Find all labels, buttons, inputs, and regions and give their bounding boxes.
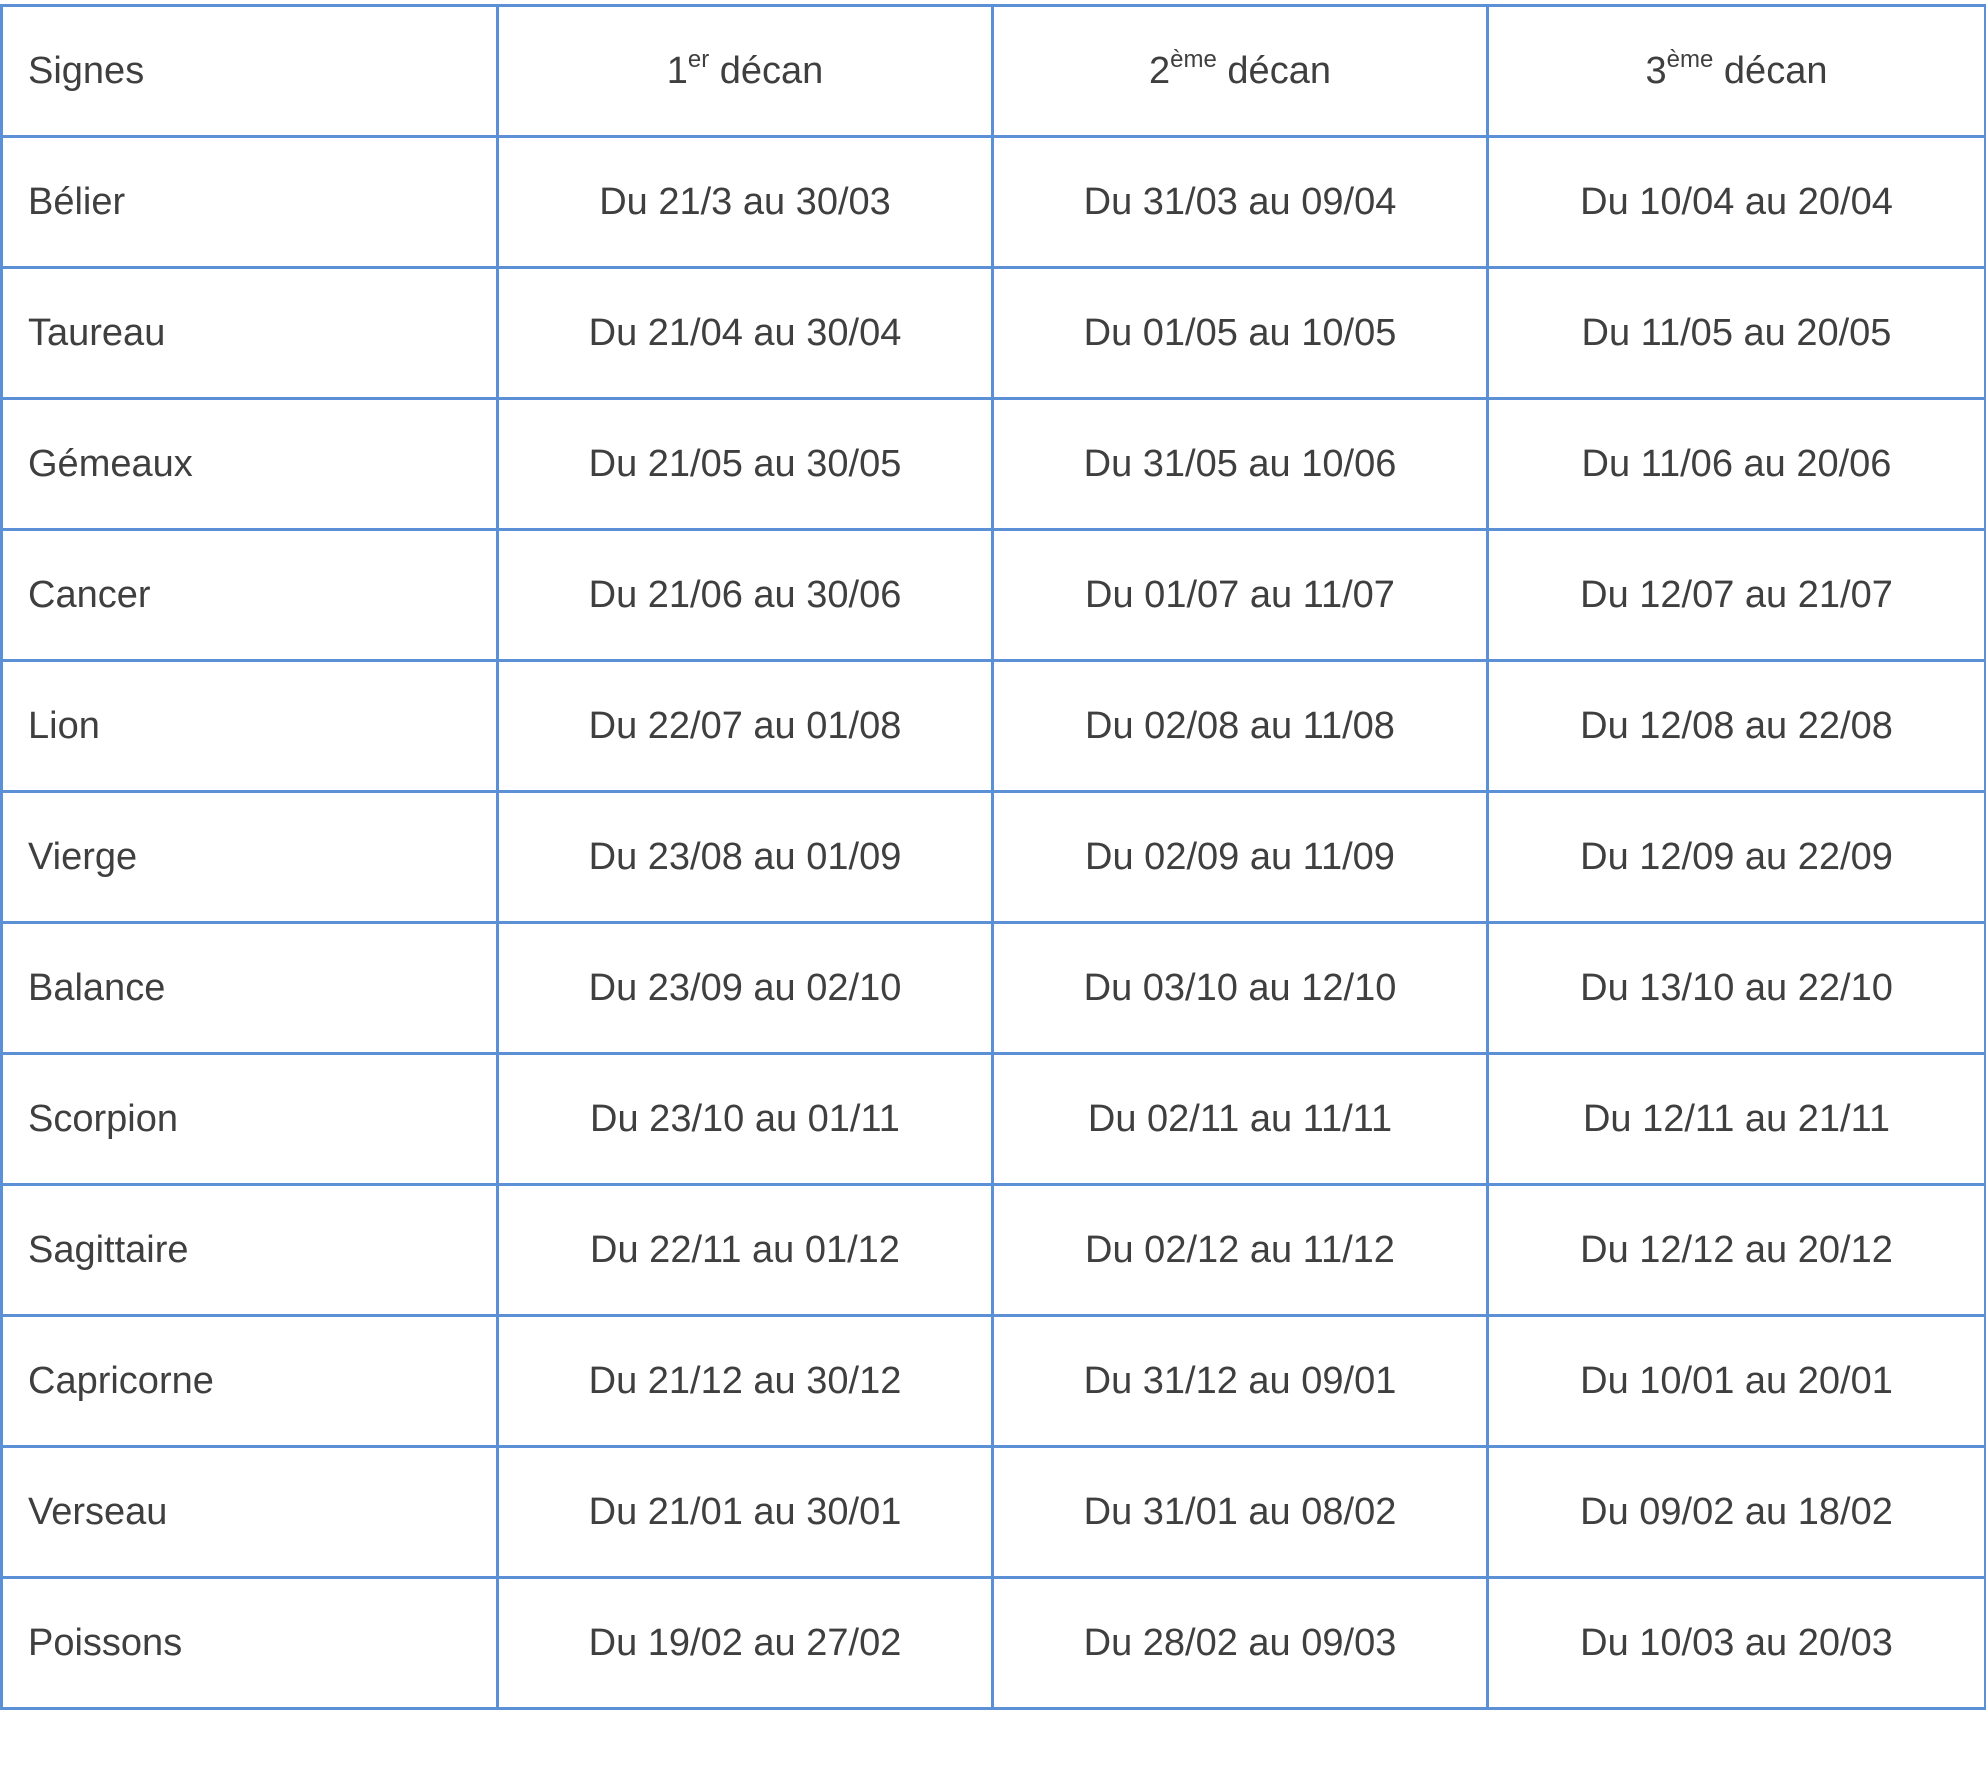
decan-3-cell: Du 10/03 au 20/03 [1486, 1576, 1986, 1710]
decan-1-cell: Du 21/06 au 30/06 [496, 528, 994, 662]
decan-table-container: Signes 1er décan 2ème décan 3ème décan B… [0, 4, 1986, 1710]
decan-2-cell: Du 31/01 au 08/02 [991, 1445, 1489, 1579]
decan-table: Signes 1er décan 2ème décan 3ème décan B… [0, 4, 1986, 1710]
decan-2-cell: Du 31/03 au 09/04 [991, 135, 1489, 269]
header-decan-3-sup: ème [1666, 45, 1714, 73]
decan-3-cell: Du 12/12 au 20/12 [1486, 1183, 1986, 1317]
sign-cell: Cancer [0, 528, 499, 662]
decan-2-cell: Du 31/12 au 09/01 [991, 1314, 1489, 1448]
sign-cell: Verseau [0, 1445, 499, 1579]
header-decan-1-word: décan [719, 49, 824, 92]
sign-cell: Bélier [0, 135, 499, 269]
header-decan-3: 3ème décan [1486, 4, 1986, 138]
sign-cell: Poissons [0, 1576, 499, 1710]
table-row: Balance Du 23/09 au 02/10 Du 03/10 au 12… [0, 921, 1986, 1055]
sign-cell: Sagittaire [0, 1183, 499, 1317]
decan-3-cell: Du 12/08 au 22/08 [1486, 659, 1986, 793]
sign-cell: Lion [0, 659, 499, 793]
header-decan-3-num: 3 [1645, 49, 1667, 92]
decan-3-cell: Du 10/04 au 20/04 [1486, 135, 1986, 269]
decan-3-cell: Du 10/01 au 20/01 [1486, 1314, 1986, 1448]
sign-cell: Balance [0, 921, 499, 1055]
decan-3-cell: Du 12/07 au 21/07 [1486, 528, 1986, 662]
decan-3-cell: Du 13/10 au 22/10 [1486, 921, 1986, 1055]
table-row: Sagittaire Du 22/11 au 01/12 Du 02/12 au… [0, 1183, 1986, 1317]
header-decan-1: 1er décan [496, 4, 994, 138]
sign-cell: Capricorne [0, 1314, 499, 1448]
decan-1-cell: Du 23/09 au 02/10 [496, 921, 994, 1055]
header-decan-3-word: décan [1723, 49, 1828, 92]
sign-cell: Gémeaux [0, 397, 499, 531]
decan-3-cell: Du 09/02 au 18/02 [1486, 1445, 1986, 1579]
decan-1-cell: Du 21/3 au 30/03 [496, 135, 994, 269]
decan-3-cell: Du 12/11 au 21/11 [1486, 1052, 1986, 1186]
decan-2-cell: Du 03/10 au 12/10 [991, 921, 1489, 1055]
sign-cell: Scorpion [0, 1052, 499, 1186]
header-decan-2-word: décan [1227, 49, 1331, 92]
table-row: Verseau Du 21/01 au 30/01 Du 31/01 au 08… [0, 1445, 1986, 1579]
decan-1-cell: Du 21/04 au 30/04 [496, 266, 994, 400]
header-decan-2-num: 2 [1149, 49, 1171, 92]
decan-2-cell: Du 31/05 au 10/06 [991, 397, 1489, 531]
decan-1-cell: Du 21/12 au 30/12 [496, 1314, 994, 1448]
decan-1-cell: Du 22/07 au 01/08 [496, 659, 994, 793]
header-sign: Signes [0, 4, 499, 138]
table-row: Scorpion Du 23/10 au 01/11 Du 02/11 au 1… [0, 1052, 1986, 1186]
header-decan-1-sup: er [687, 45, 710, 73]
table-row: Gémeaux Du 21/05 au 30/05 Du 31/05 au 10… [0, 397, 1986, 531]
decan-3-cell: Du 11/05 au 20/05 [1486, 266, 1986, 400]
table-row: Lion Du 22/07 au 01/08 Du 02/08 au 11/08… [0, 659, 1986, 793]
table-row: Bélier Du 21/3 au 30/03 Du 31/03 au 09/0… [0, 135, 1986, 269]
decan-2-cell: Du 02/12 au 11/12 [991, 1183, 1489, 1317]
decan-2-cell: Du 02/08 au 11/08 [991, 659, 1489, 793]
table-row: Capricorne Du 21/12 au 30/12 Du 31/12 au… [0, 1314, 1986, 1448]
decan-1-cell: Du 21/05 au 30/05 [496, 397, 994, 531]
decan-1-cell: Du 19/02 au 27/02 [496, 1576, 994, 1710]
decan-1-cell: Du 22/11 au 01/12 [496, 1183, 994, 1317]
decan-1-cell: Du 21/01 au 30/01 [496, 1445, 994, 1579]
decan-2-cell: Du 01/07 au 11/07 [991, 528, 1489, 662]
decan-1-cell: Du 23/10 au 01/11 [496, 1052, 994, 1186]
header-decan-2-sup: ème [1170, 45, 1217, 73]
table-row: Cancer Du 21/06 au 30/06 Du 01/07 au 11/… [0, 528, 1986, 662]
decan-3-cell: Du 11/06 au 20/06 [1486, 397, 1986, 531]
header-decan-1-num: 1 [666, 49, 688, 92]
table-row: Vierge Du 23/08 au 01/09 Du 02/09 au 11/… [0, 790, 1986, 924]
sign-cell: Vierge [0, 790, 499, 924]
header-row: Signes 1er décan 2ème décan 3ème décan [0, 4, 1986, 138]
decan-2-cell: Du 01/05 au 10/05 [991, 266, 1489, 400]
decan-2-cell: Du 28/02 au 09/03 [991, 1576, 1489, 1710]
table-row: Poissons Du 19/02 au 27/02 Du 28/02 au 0… [0, 1576, 1986, 1710]
header-decan-2: 2ème décan [991, 4, 1489, 138]
decan-2-cell: Du 02/09 au 11/09 [991, 790, 1489, 924]
sign-cell: Taureau [0, 266, 499, 400]
decan-1-cell: Du 23/08 au 01/09 [496, 790, 994, 924]
table-row: Taureau Du 21/04 au 30/04 Du 01/05 au 10… [0, 266, 1986, 400]
decan-2-cell: Du 02/11 au 11/11 [991, 1052, 1489, 1186]
decan-3-cell: Du 12/09 au 22/09 [1486, 790, 1986, 924]
